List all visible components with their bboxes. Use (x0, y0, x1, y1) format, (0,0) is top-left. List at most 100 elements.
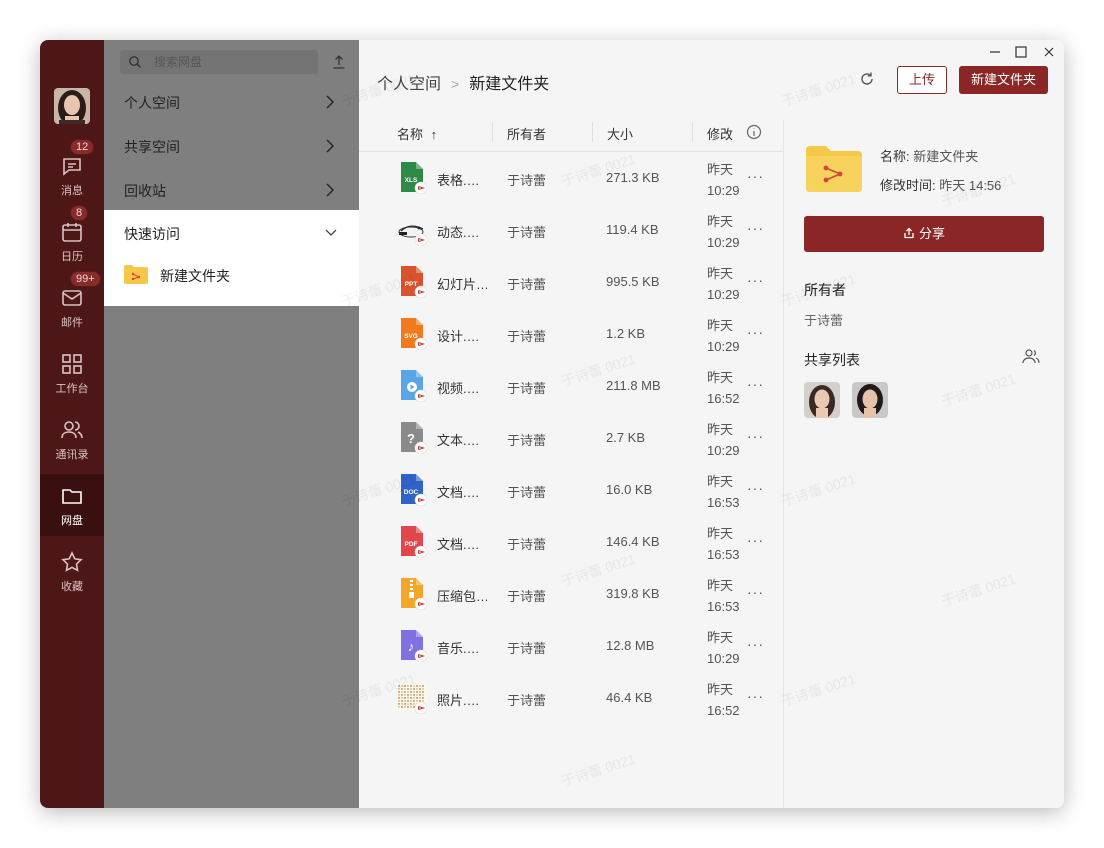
share-button[interactable]: 分享 (804, 216, 1044, 252)
file-name[interactable]: 照片.… (437, 690, 487, 709)
column-size[interactable]: 大小 (607, 124, 633, 143)
nav-item-messages[interactable]: 12 消息 (40, 139, 104, 206)
shared-user-avatar[interactable] (852, 382, 888, 418)
file-modified-time: 16:53 (707, 599, 740, 614)
folder-icon (62, 489, 82, 504)
quick-access-panel: 快速访问 新建文件夹 (104, 210, 359, 306)
svg-text:SVG: SVG (404, 333, 418, 340)
breadcrumb: 个人空间 > 新建文件夹 (377, 70, 549, 94)
table-row[interactable]: 视频.… 于诗蕾 211.8 MB 昨天 16:52 ··· (359, 360, 783, 412)
message-icon (63, 158, 81, 176)
svg-text:♪: ♪ (408, 639, 415, 654)
file-modified-day: 昨天 (707, 214, 734, 229)
file-name[interactable]: 文档.… (437, 534, 487, 553)
file-modified: 昨天 16:52 (707, 367, 747, 409)
refresh-icon[interactable] (859, 71, 875, 87)
search-input[interactable] (154, 53, 304, 71)
upload-icon[interactable] (332, 54, 346, 70)
column-divider (692, 122, 693, 142)
more-options-icon[interactable]: ··· (747, 584, 763, 600)
sidebar-item-label: 回收站 (124, 183, 166, 199)
file-owner: 于诗蕾 (507, 589, 547, 604)
file-name[interactable]: 表格.… (437, 170, 487, 189)
file-modified-time: 10:29 (707, 443, 740, 458)
file-name[interactable]: 动态.… (437, 222, 487, 241)
table-row[interactable]: 照片.… 于诗蕾 46.4 KB 昨天 16:52 ··· (359, 672, 783, 724)
more-options-icon[interactable]: ··· (747, 168, 763, 184)
new-folder-button[interactable]: 新建文件夹 (959, 66, 1048, 94)
file-name[interactable]: 音乐.… (437, 638, 487, 657)
sidebar-item-recycle[interactable]: 回收站 (104, 168, 359, 212)
app-window: 12 消息 8 日历 99+ 邮件 工作台 通讯录 网盘 收藏 搜索网盘 个人空… (40, 40, 1064, 808)
more-options-icon[interactable]: ··· (747, 428, 763, 444)
more-options-icon[interactable]: ··· (747, 480, 763, 496)
info-icon[interactable] (746, 124, 762, 140)
nav-item-drive[interactable]: 网盘 (40, 474, 104, 536)
chevron-right-icon (326, 183, 334, 197)
table-row[interactable]: 动态.… 于诗蕾 119.4 KB 昨天 10:29 ··· (359, 204, 783, 256)
nav-item-calendar[interactable]: 8 日历 (40, 205, 104, 272)
user-avatar[interactable] (54, 88, 90, 124)
nav-item-contacts[interactable]: 通讯录 (40, 408, 104, 470)
upload-button[interactable]: 上传 (897, 66, 947, 94)
manage-members-icon[interactable] (1022, 348, 1040, 364)
messages-badge: 12 (70, 139, 95, 155)
nav-item-favorites[interactable]: 收藏 (40, 540, 104, 602)
more-options-icon[interactable]: ··· (747, 220, 763, 236)
svg-file-icon: SVG (397, 316, 428, 351)
detail-modified-value: 昨天 14:56 (939, 178, 1002, 193)
chevron-down-icon[interactable] (325, 228, 337, 238)
file-owner: 于诗蕾 (507, 277, 547, 292)
table-row[interactable]: ♪ 音乐.… 于诗蕾 12.8 MB 昨天 10:29 ··· (359, 620, 783, 672)
more-options-icon[interactable]: ··· (747, 272, 763, 288)
file-size: 12.8 MB (606, 638, 655, 653)
file-size: 16.0 KB (606, 482, 653, 497)
quick-access-title[interactable]: 快速访问 (124, 224, 180, 244)
file-size: 271.3 KB (606, 170, 660, 185)
table-row[interactable]: PDF 文档.… 于诗蕾 146.4 KB 昨天 16:53 ··· (359, 516, 783, 568)
file-name[interactable]: 视频.… (437, 378, 487, 397)
file-modified: 昨天 16:53 (707, 523, 747, 565)
breadcrumb-item[interactable]: 个人空间 (377, 76, 441, 93)
maximize-icon[interactable] (1013, 44, 1029, 60)
share-button-label: 分享 (918, 226, 945, 241)
table-row[interactable]: PPT 幻灯片… 于诗蕾 995.5 KB 昨天 10:29 ··· (359, 256, 783, 308)
file-modified-time: 10:29 (707, 235, 740, 250)
file-name[interactable]: 文本.… (437, 430, 487, 449)
more-options-icon[interactable]: ··· (747, 636, 763, 652)
column-owner[interactable]: 所有者 (507, 124, 546, 143)
column-name[interactable]: 名称 ↑ (397, 124, 437, 143)
more-options-icon[interactable]: ··· (747, 376, 763, 392)
more-options-icon[interactable]: ··· (747, 324, 763, 340)
column-divider (492, 122, 493, 142)
file-name[interactable]: 设计.… (437, 326, 487, 345)
nav-item-workbench[interactable]: 工作台 (40, 342, 104, 404)
more-options-icon[interactable]: ··· (747, 688, 763, 704)
column-modified[interactable]: 修改 (707, 124, 733, 143)
shared-user-avatar[interactable] (804, 382, 840, 418)
file-name[interactable]: 幻灯片… (437, 274, 487, 293)
nav-item-mail[interactable]: 99+ 邮件 (40, 271, 104, 338)
table-row[interactable]: XLS 表格.… 于诗蕾 271.3 KB 昨天 10:29 ··· (359, 152, 783, 204)
table-row[interactable]: ? 文本.… 于诗蕾 2.7 KB 昨天 10:29 ··· (359, 412, 783, 464)
shared-folder-icon (806, 146, 862, 192)
close-icon[interactable] (1041, 44, 1057, 60)
quick-access-item[interactable]: 新建文件夹 (124, 262, 344, 288)
file-modified-time: 16:53 (707, 495, 740, 510)
file-modified: 昨天 10:29 (707, 211, 747, 253)
file-name[interactable]: 文档.… (437, 482, 487, 501)
table-row[interactable]: SVG 设计.… 于诗蕾 1.2 KB 昨天 10:29 ··· (359, 308, 783, 360)
minimize-icon[interactable] (987, 44, 1003, 60)
column-name-label: 名称 (397, 127, 424, 142)
file-modified-day: 昨天 (707, 630, 734, 645)
calendar-icon (62, 223, 82, 242)
table-row[interactable]: DOC 文档.… 于诗蕾 16.0 KB 昨天 16:53 ··· (359, 464, 783, 516)
sidebar-item-personal[interactable]: 个人空间 (104, 80, 359, 124)
table-row[interactable]: 压缩包… 于诗蕾 319.8 KB 昨天 16:53 ··· (359, 568, 783, 620)
sidebar-item-shared[interactable]: 共享空间 (104, 124, 359, 168)
file-name[interactable]: 压缩包… (437, 586, 487, 605)
more-options-icon[interactable]: ··· (747, 532, 763, 548)
doc-file-icon: DOC (397, 472, 428, 507)
file-size: 2.7 KB (606, 430, 646, 445)
search-box[interactable] (120, 50, 318, 74)
